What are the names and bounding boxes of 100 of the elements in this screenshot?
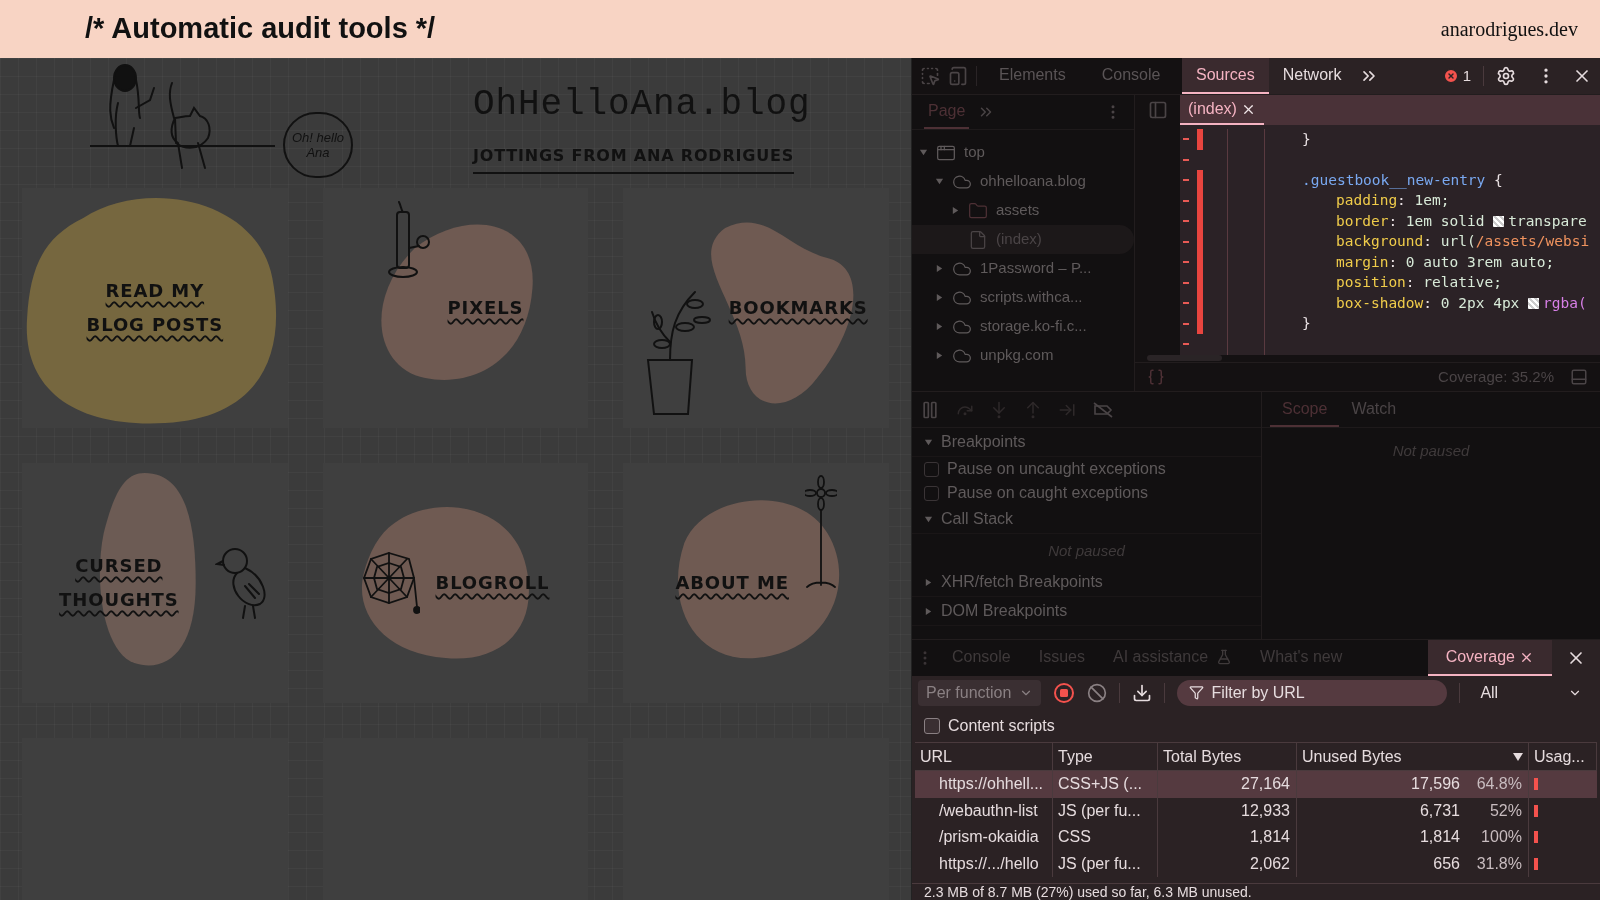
gutter-mark (1183, 261, 1189, 264)
gutter-mark (1183, 302, 1189, 305)
sidebar-toggle-icon[interactable] (1147, 100, 1168, 121)
caret-icon[interactable] (934, 264, 944, 273)
caret-icon[interactable] (918, 148, 928, 157)
panel-tab[interactable]: Network (1268, 58, 1356, 94)
download-icon[interactable] (1132, 683, 1153, 703)
checkbox-label[interactable]: Pause on uncaught exceptions (947, 457, 1166, 481)
banner-title: /* Automatic audit tools */ (85, 11, 436, 47)
type-dropdown[interactable]: All (1472, 680, 1594, 706)
card-label[interactable]: BLOGROLL (435, 566, 550, 600)
error-badge[interactable]: 1 (1442, 64, 1471, 88)
tree-item[interactable]: ohhelloana.blog (912, 167, 1134, 196)
gutter-mark (1183, 322, 1189, 325)
tree-item[interactable]: scripts.withca... (912, 283, 1134, 312)
folder-icon (968, 200, 988, 221)
caret-icon[interactable] (924, 577, 933, 587)
code-line: } (1302, 129, 1311, 149)
coverage-row[interactable]: https://.../hello JS (per fu... 2,062 656 31.8% (915, 850, 1597, 877)
blog-card[interactable]: READ MY BLOG POSTS (22, 188, 288, 428)
drawer-tab[interactable]: Coverage (1427, 640, 1552, 676)
drawer-toggle-icon[interactable] (1570, 367, 1588, 386)
card-label[interactable]: BOOKMARKS (728, 291, 868, 325)
panel-tab[interactable]: Sources (1182, 58, 1269, 94)
sidebar-tab[interactable]: Scope (1270, 392, 1340, 427)
clear-icon[interactable] (1087, 683, 1108, 703)
sidebar-tab[interactable]: Watch (1339, 392, 1409, 427)
section-header[interactable]: XHR/fetch Breakpoints (912, 568, 1261, 597)
usage-bar (1534, 778, 1538, 791)
caret-icon[interactable] (924, 606, 933, 616)
page-tab[interactable]: Page (924, 95, 970, 129)
caret-icon[interactable] (934, 322, 944, 331)
color-swatch[interactable] (1528, 297, 1540, 309)
caret-icon[interactable] (924, 437, 933, 447)
caret-icon[interactable] (950, 206, 960, 215)
caret-icon[interactable] (934, 293, 944, 302)
checkbox[interactable] (924, 461, 939, 477)
device-icon[interactable] (948, 66, 968, 86)
tree-item[interactable]: top (912, 138, 1134, 167)
column-header[interactable]: Total Bytes (1158, 743, 1297, 770)
card-label[interactable]: READ MY BLOG POSTS (74, 274, 235, 342)
tree-item[interactable]: assets (912, 196, 1134, 225)
checkbox-label[interactable]: Content scripts (948, 714, 1055, 738)
blog-card[interactable]: BLOGROLL (322, 463, 589, 703)
blog-card[interactable]: BOOKMARKS (623, 188, 889, 428)
column-header[interactable]: URL (915, 743, 1053, 770)
table-cell: 27,164 (1158, 771, 1297, 798)
record-stop-icon[interactable] (1053, 682, 1076, 704)
column-header[interactable]: Type (1053, 743, 1158, 770)
card-label[interactable]: CURSED THOUGHTS (38, 549, 199, 617)
panel-tab[interactable]: Elements (985, 58, 1080, 94)
coverage-row[interactable]: /prism-okaidia CSS 1,814 1,814 100% (915, 824, 1597, 851)
caret-icon[interactable] (934, 177, 944, 186)
color-swatch[interactable] (1493, 215, 1505, 227)
blog-card[interactable]: ABOUT ME (623, 463, 889, 703)
code-line: padding: 1em; (1336, 191, 1450, 211)
gutter-mark (1183, 343, 1189, 346)
column-header[interactable]: Unused Bytes (1297, 743, 1529, 770)
gutter-mark (1183, 281, 1189, 284)
code-editor[interactable]: } .guestbook__new-entry { padding: 1em; border: 1em solid transpare background: url(/assets/websi margin: 0 auto 3rem auto; position: relative; box-shadow: 0 2px 4px rgba( } (1180, 125, 1600, 355)
section-header[interactable]: Breakpoints (912, 428, 1261, 457)
coverage-row[interactable]: /webauthn-list JS (per fu... 12,933 6,731 52% (915, 797, 1597, 824)
panel-tab[interactable]: Console (1087, 58, 1175, 94)
card-label[interactable]: ABOUT ME (675, 566, 789, 600)
coverage-row[interactable]: https://ohhell... CSS+JS (... 27,164 17,596 64.8% (915, 771, 1597, 798)
code-line: margin: 0 auto 3rem auto; (1336, 252, 1555, 272)
code-line: } (1302, 314, 1311, 334)
card-label[interactable]: PIXELS (447, 291, 524, 325)
site-name[interactable]: anarodrigues.dev (1440, 14, 1578, 44)
section-header[interactable]: Call Stack (912, 505, 1261, 534)
deactivate-breakpoints-icon[interactable] (1092, 400, 1114, 419)
table-cell-text: 64.8% (1475, 774, 1522, 795)
checkbox[interactable] (924, 485, 939, 501)
checkbox-label[interactable]: Pause on caught exceptions (947, 481, 1149, 505)
tree-item[interactable]: unpkg.com (912, 341, 1134, 370)
tree-item[interactable]: 1Password – P... (912, 254, 1134, 283)
table-cell-text: 17,596 (1411, 774, 1460, 795)
pretty-print-icon[interactable] (1147, 367, 1165, 386)
mode-dropdown[interactable]: Per function (918, 680, 1042, 706)
blog-card[interactable]: PIXELS (322, 188, 589, 428)
sort-arrow-icon (1513, 752, 1523, 761)
table-cell: CSS (1053, 824, 1158, 851)
caret-icon[interactable] (924, 514, 933, 524)
table-cell-text: 31.8% (1475, 853, 1522, 874)
gutter-mark (1183, 158, 1189, 161)
settings-icon[interactable] (1496, 66, 1516, 86)
column-header[interactable]: Usag... (1529, 743, 1597, 770)
tree-item[interactable]: storage.ko-fi.c... (912, 312, 1134, 341)
inspect-icon[interactable] (920, 66, 940, 86)
table-cell-text: 52% (1488, 800, 1522, 821)
gutter-mark (1183, 220, 1189, 223)
url-filter-field[interactable]: Filter by URL (1177, 680, 1448, 706)
table-cell: 1,814 (1158, 824, 1297, 851)
error-icon (1442, 68, 1459, 84)
section-header[interactable]: DOM Breakpoints (912, 597, 1261, 626)
caret-icon[interactable] (934, 351, 944, 360)
table-cell-text: 100% (1480, 827, 1522, 848)
blog-card[interactable]: CURSED THOUGHTS (22, 463, 288, 703)
pause-icon[interactable] (920, 399, 940, 420)
checkbox[interactable] (924, 718, 940, 734)
